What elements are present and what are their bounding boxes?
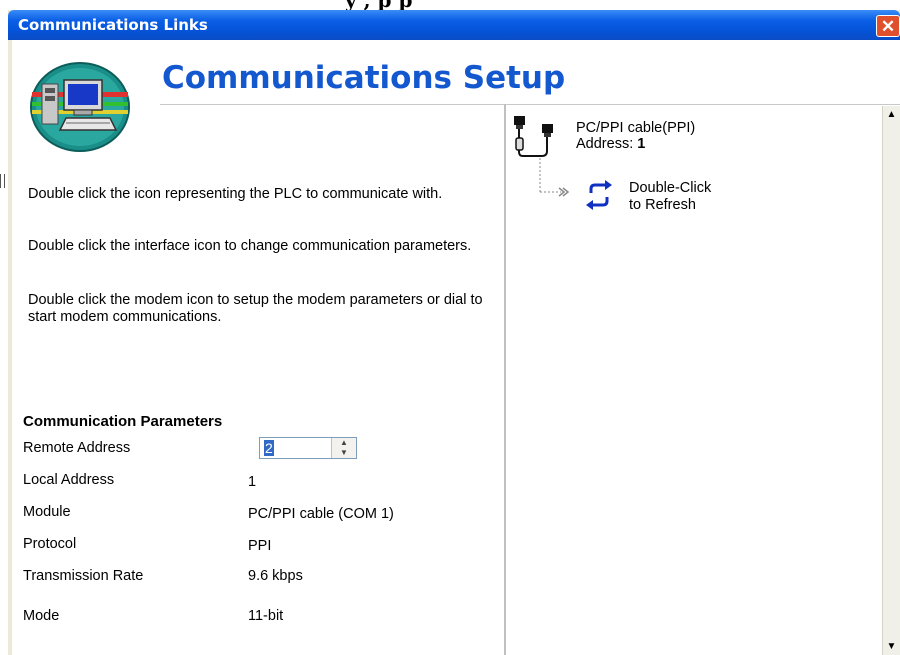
remote-address-stepper[interactable]: 2 ▲ ▼ [259,437,357,459]
local-address-label: Local Address [23,472,115,488]
remote-address-label: Remote Address [23,440,131,456]
communications-logo-icon [30,62,130,152]
tree-connector [539,158,570,198]
close-button[interactable]: ✕ [876,15,900,37]
transmission-rate-value: 9.6 kbps [248,568,303,584]
refresh-line1: Double-Click [629,180,712,196]
cable-name: PC/PPI cable(PPI) [576,120,696,136]
vertical-scrollbar[interactable]: ▲ ▼ [882,106,900,655]
window-title: Communications Links [18,16,208,34]
mode-value: 11-bit [248,608,284,624]
pc-ppi-cable-icon[interactable] [512,114,564,160]
cable-address-label: Address: [576,136,634,152]
mode-label: Mode [23,608,60,624]
dialog-content: Communications Setup Double click the ic… [12,40,900,655]
transmission-rate-label: Transmission Rate [23,568,144,584]
page-heading: Communications Setup [162,60,566,96]
cable-address: Address: 1 [576,136,645,152]
instruction-plc: Double click the icon representing the P… [28,186,443,202]
title-bar[interactable]: Communications Links ✕ [8,10,900,40]
section-title: Communication Parameters [23,413,223,430]
module-value: PC/PPI cable (COM 1) [248,506,394,522]
instruction-interface: Double click the interface icon to chang… [28,238,472,254]
module-label: Module [23,504,71,520]
communications-links-window: Communications Links ✕ Communications Se… [8,10,900,655]
heading-divider [160,104,900,105]
panel-divider [504,104,506,655]
scroll-up-icon[interactable]: ▲ [883,106,900,123]
refresh-line2: to Refresh [629,197,696,213]
protocol-value: PPI [248,538,272,554]
stepper-up-icon[interactable]: ▲ [332,438,356,448]
scroll-down-icon[interactable]: ▼ [883,638,900,655]
cable-address-value: 1 [637,136,646,152]
protocol-label: Protocol [23,536,77,552]
remote-address-value[interactable]: 2 [264,440,274,456]
stepper-buttons[interactable]: ▲ ▼ [331,438,356,458]
instruction-modem: Double click the modem icon to setup the… [28,292,483,325]
refresh-icon[interactable] [584,180,614,210]
window-edge-mark [0,174,5,188]
local-address-value: 1 [248,474,257,490]
close-icon: ✕ [880,17,896,36]
stepper-down-icon[interactable]: ▼ [332,448,356,458]
top-cropped-strip: y , p p [0,0,900,10]
